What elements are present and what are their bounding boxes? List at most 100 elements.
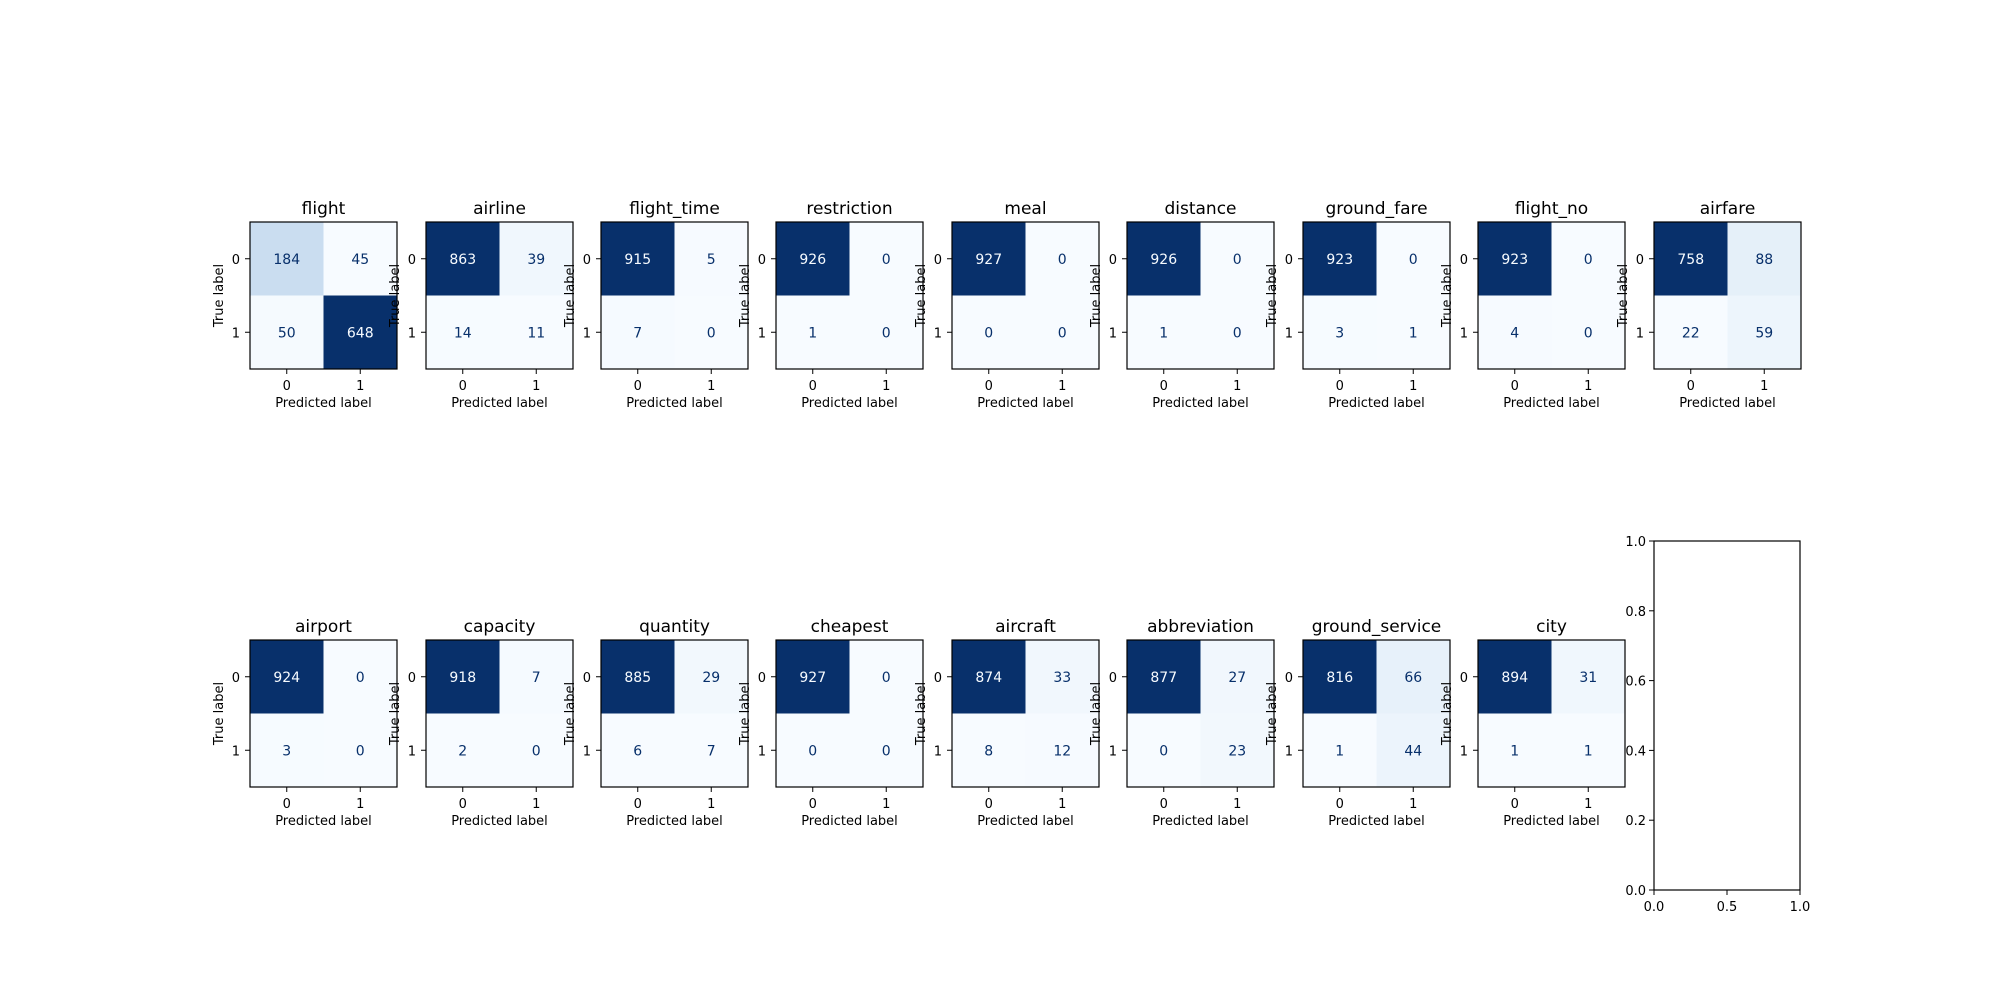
y-tick-label: 0 (934, 671, 942, 686)
x-axis-label: Predicted label (275, 396, 372, 411)
y-tick-label: 1 (1460, 744, 1468, 759)
y-axis-label: True label (388, 264, 403, 328)
y-tick-label: 1 (934, 744, 942, 759)
y-tick-label: 0 (408, 253, 416, 268)
y-tick-label: 1 (232, 326, 240, 341)
y-tick-label: 0.2 (1625, 814, 1646, 829)
x-tick-label: 0.0 (1644, 900, 1665, 915)
x-tick-label: 1 (1233, 797, 1241, 812)
subplot-title: distance (1164, 199, 1236, 219)
x-tick-label: 1 (1584, 797, 1592, 812)
cell-value: 877 (1150, 670, 1177, 686)
x-axis-label: Predicted label (1152, 396, 1249, 411)
y-axis-label: True label (1265, 682, 1280, 746)
x-tick-label: 1 (1058, 379, 1066, 394)
cell-value: 39 (527, 252, 545, 268)
cell-value: 926 (799, 252, 826, 268)
cell-value: 926 (1150, 252, 1177, 268)
cell-value: 918 (449, 670, 476, 686)
y-tick-label: 1 (1636, 326, 1644, 341)
cell-value: 1 (1510, 743, 1519, 759)
cell-value: 0 (1584, 325, 1593, 341)
x-tick-label: 1 (882, 379, 890, 394)
x-axis-label: Predicted label (626, 396, 723, 411)
y-tick-label: 1 (408, 326, 416, 341)
x-tick-label: 0 (459, 797, 467, 812)
y-tick-label: 0 (232, 671, 240, 686)
y-axis-label: True label (563, 264, 578, 328)
y-axis-label: True label (1616, 264, 1631, 328)
x-tick-label: 0 (1336, 797, 1344, 812)
x-tick-label: 1 (532, 797, 540, 812)
cell-value: 50 (278, 325, 296, 341)
x-tick-label: 1 (707, 379, 715, 394)
x-axis-label: Predicted label (1328, 814, 1425, 829)
cell-value: 2 (458, 743, 467, 759)
subplot-title: aircraft (995, 617, 1056, 637)
x-tick-label: 0 (1160, 379, 1168, 394)
y-tick-label: 0 (1636, 253, 1644, 268)
cell-value: 44 (1404, 743, 1422, 759)
x-tick-label: 1 (882, 797, 890, 812)
y-axis-label: True label (738, 682, 753, 746)
cell-value: 88 (1755, 252, 1773, 268)
y-axis-label: True label (212, 264, 227, 328)
x-tick-label: 0 (1160, 797, 1168, 812)
y-tick-label: 1 (1109, 744, 1117, 759)
cell-value: 923 (1326, 252, 1353, 268)
cell-value: 1 (1584, 743, 1593, 759)
y-tick-label: 0 (1109, 671, 1117, 686)
y-tick-label: 0 (1109, 253, 1117, 268)
x-axis-label: Predicted label (275, 814, 372, 829)
y-tick-label: 1 (1460, 326, 1468, 341)
y-axis-label: True label (388, 682, 403, 746)
cell-value: 0 (356, 743, 365, 759)
cell-value: 29 (702, 670, 720, 686)
y-tick-label: 0.4 (1625, 744, 1646, 759)
cell-value: 648 (347, 325, 374, 341)
y-tick-label: 0 (408, 671, 416, 686)
cell-value: 0 (808, 743, 817, 759)
cell-value: 923 (1501, 252, 1528, 268)
x-tick-label: 0 (634, 797, 642, 812)
y-tick-label: 0 (758, 253, 766, 268)
y-tick-label: 1 (408, 744, 416, 759)
cell-value: 863 (449, 252, 476, 268)
x-tick-label: 1 (1409, 379, 1417, 394)
x-tick-label: 1 (1233, 379, 1241, 394)
x-tick-label: 0 (1511, 379, 1519, 394)
cell-value: 0 (882, 670, 891, 686)
x-tick-label: 0 (985, 797, 993, 812)
cell-value: 45 (351, 252, 369, 268)
x-tick-label: 0 (1687, 379, 1695, 394)
cell-value: 1 (1335, 743, 1344, 759)
y-tick-label: 0.6 (1625, 675, 1646, 690)
cell-value: 0 (882, 743, 891, 759)
x-axis-label: Predicted label (451, 396, 548, 411)
y-tick-label: 0 (758, 671, 766, 686)
cell-value: 3 (282, 743, 291, 759)
y-axis-label: True label (212, 682, 227, 746)
y-tick-label: 0 (232, 253, 240, 268)
y-axis-label: True label (914, 682, 929, 746)
x-axis-label: Predicted label (1328, 396, 1425, 411)
x-tick-label: 0 (985, 379, 993, 394)
cell-value: 4 (1510, 325, 1519, 341)
x-tick-label: 1 (356, 797, 364, 812)
cell-value: 7 (532, 670, 541, 686)
y-tick-label: 0 (1460, 671, 1468, 686)
subplot-title: abbreviation (1147, 617, 1254, 637)
x-tick-label: 0 (283, 379, 291, 394)
x-tick-label: 0 (809, 797, 817, 812)
cell-value: 1 (1159, 325, 1168, 341)
y-tick-label: 0.8 (1625, 605, 1646, 620)
cell-value: 27 (1228, 670, 1246, 686)
cell-value: 31 (1579, 670, 1597, 686)
cell-value: 874 (975, 670, 1002, 686)
cell-value: 924 (273, 670, 300, 686)
y-axis-label: True label (1089, 264, 1104, 328)
cell-value: 7 (633, 325, 642, 341)
y-tick-label: 0.0 (1625, 884, 1646, 899)
y-axis-label: True label (914, 264, 929, 328)
y-axis-label: True label (1089, 682, 1104, 746)
